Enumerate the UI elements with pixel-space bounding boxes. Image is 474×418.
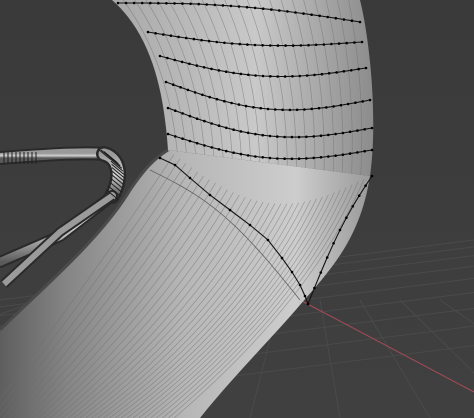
viewport-scene[interactable] — [0, 0, 474, 418]
x-axis-line — [299, 299, 474, 393]
tube-mesh[interactable] — [0, 0, 374, 418]
3d-viewport[interactable] — [0, 0, 474, 418]
